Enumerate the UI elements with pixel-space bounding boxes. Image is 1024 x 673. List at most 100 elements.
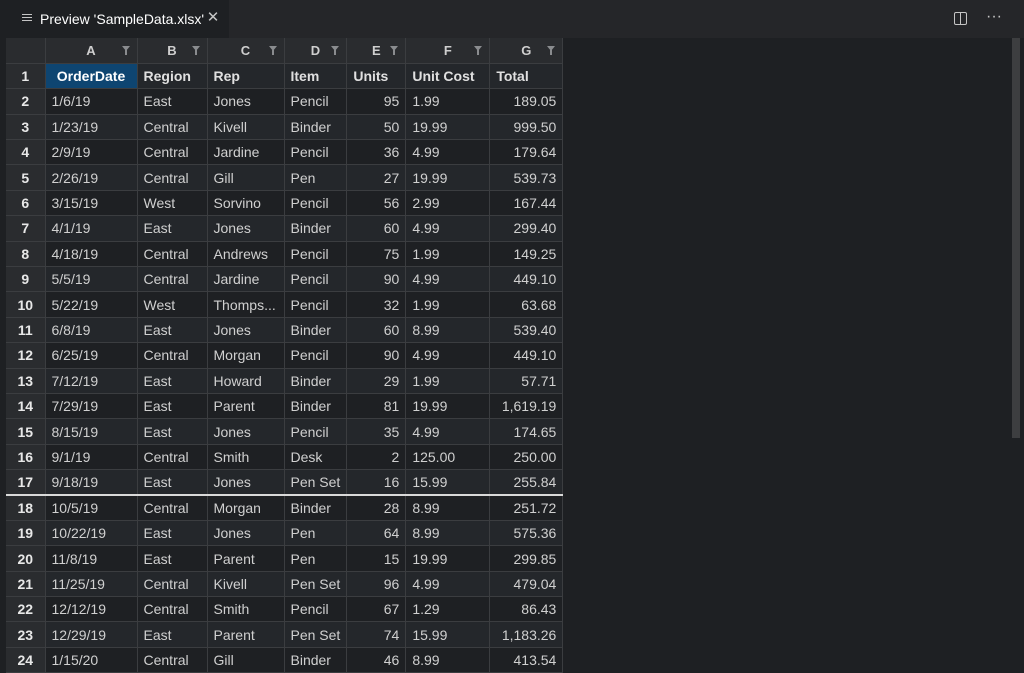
table-cell[interactable]: Jones: [207, 317, 285, 344]
table-cell[interactable]: 15: [346, 545, 407, 572]
header-cell[interactable]: Units: [346, 63, 407, 90]
table-cell[interactable]: Central: [137, 114, 208, 141]
table-cell[interactable]: 64: [346, 520, 407, 547]
table-cell[interactable]: 2: [346, 444, 407, 471]
table-cell[interactable]: Jardine: [207, 139, 285, 166]
table-cell[interactable]: East: [137, 393, 208, 420]
table-cell[interactable]: 11/8/19: [45, 545, 138, 572]
row-number[interactable]: 24: [6, 647, 46, 673]
table-cell[interactable]: East: [137, 545, 208, 572]
table-cell[interactable]: Pen Set: [284, 621, 348, 648]
table-cell[interactable]: 1/23/19: [45, 114, 138, 141]
corner-cell[interactable]: [6, 38, 46, 64]
table-cell[interactable]: 4/1/19: [45, 215, 138, 242]
table-cell[interactable]: 539.40: [489, 317, 564, 344]
table-cell[interactable]: 4.99: [405, 215, 491, 242]
table-cell[interactable]: Pencil: [284, 596, 348, 623]
table-cell[interactable]: Central: [137, 571, 208, 598]
vertical-scrollbar[interactable]: [1012, 38, 1020, 438]
row-number[interactable]: 4: [6, 139, 46, 166]
table-cell[interactable]: 2/9/19: [45, 139, 138, 166]
table-cell[interactable]: 12/29/19: [45, 621, 138, 648]
table-cell[interactable]: 5/22/19: [45, 291, 138, 318]
filter-icon[interactable]: [191, 46, 200, 55]
table-cell[interactable]: 16: [346, 469, 407, 497]
table-cell[interactable]: Parent: [207, 621, 285, 648]
table-cell[interactable]: West: [137, 190, 208, 217]
table-cell[interactable]: East: [137, 368, 208, 394]
table-cell[interactable]: 75: [346, 241, 407, 268]
table-cell[interactable]: Parent: [207, 393, 285, 420]
table-cell[interactable]: Central: [137, 139, 208, 166]
table-cell[interactable]: 8.99: [405, 495, 491, 521]
more-actions-icon[interactable]: ···: [985, 8, 1003, 26]
table-cell[interactable]: East: [137, 469, 208, 497]
table-cell[interactable]: 12/12/19: [45, 596, 138, 623]
table-cell[interactable]: 167.44: [489, 190, 564, 217]
table-cell[interactable]: Binder: [284, 368, 348, 394]
table-cell[interactable]: 479.04: [489, 571, 564, 598]
table-cell[interactable]: 90: [346, 342, 407, 369]
table-cell[interactable]: 86.43: [489, 596, 564, 623]
table-cell[interactable]: 3/15/19: [45, 190, 138, 217]
table-cell[interactable]: Howard: [207, 368, 285, 394]
table-cell[interactable]: Central: [137, 444, 208, 471]
table-cell[interactable]: Pencil: [284, 342, 348, 369]
filter-icon[interactable]: [474, 46, 483, 55]
row-number[interactable]: 6: [6, 190, 46, 217]
table-cell[interactable]: Gill: [207, 164, 285, 191]
table-cell[interactable]: 11/25/19: [45, 571, 138, 598]
table-cell[interactable]: 57.71: [489, 368, 564, 394]
row-number[interactable]: 18: [6, 495, 46, 521]
column-header-f[interactable]: F: [405, 38, 491, 64]
table-cell[interactable]: 8.99: [405, 317, 491, 344]
row-number[interactable]: 14: [6, 393, 46, 420]
table-cell[interactable]: Binder: [284, 114, 348, 141]
row-number[interactable]: 7: [6, 215, 46, 242]
table-cell[interactable]: East: [137, 88, 208, 115]
table-cell[interactable]: West: [137, 291, 208, 318]
table-cell[interactable]: 1.99: [405, 291, 491, 318]
row-number[interactable]: 23: [6, 621, 46, 648]
table-cell[interactable]: Central: [137, 647, 208, 673]
selected-cell[interactable]: OrderDate: [45, 63, 138, 90]
table-cell[interactable]: Central: [137, 495, 208, 521]
table-cell[interactable]: 4/18/19: [45, 241, 138, 268]
table-cell[interactable]: 299.85: [489, 545, 564, 572]
row-number[interactable]: 8: [6, 241, 46, 268]
table-cell[interactable]: Desk: [284, 444, 348, 471]
table-cell[interactable]: Pencil: [284, 139, 348, 166]
table-cell[interactable]: Jardine: [207, 266, 285, 293]
table-cell[interactable]: 29: [346, 368, 407, 394]
table-cell[interactable]: Central: [137, 342, 208, 369]
table-cell[interactable]: Pencil: [284, 291, 348, 318]
table-cell[interactable]: 6/25/19: [45, 342, 138, 369]
table-cell[interactable]: 179.64: [489, 139, 564, 166]
table-cell[interactable]: Thomps...: [207, 291, 285, 318]
row-number[interactable]: 19: [6, 520, 46, 547]
row-number[interactable]: 13: [6, 368, 46, 394]
table-cell[interactable]: 125.00: [405, 444, 491, 471]
row-number[interactable]: 16: [6, 444, 46, 471]
close-icon[interactable]: ✕: [205, 10, 221, 26]
row-number[interactable]: 9: [6, 266, 46, 293]
table-cell[interactable]: 19.99: [405, 545, 491, 572]
row-number[interactable]: 12: [6, 342, 46, 369]
table-cell[interactable]: 4.99: [405, 418, 491, 445]
table-cell[interactable]: 413.54: [489, 647, 564, 673]
table-cell[interactable]: Jones: [207, 469, 285, 497]
table-cell[interactable]: 63.68: [489, 291, 564, 318]
table-cell[interactable]: 1.99: [405, 88, 491, 115]
column-header-d[interactable]: D: [284, 38, 348, 64]
table-cell[interactable]: 60: [346, 317, 407, 344]
table-cell[interactable]: Pencil: [284, 88, 348, 115]
table-cell[interactable]: 46: [346, 647, 407, 673]
table-cell[interactable]: 81: [346, 393, 407, 420]
table-cell[interactable]: Central: [137, 596, 208, 623]
table-cell[interactable]: 999.50: [489, 114, 564, 141]
row-number[interactable]: 17: [6, 469, 46, 497]
filter-icon[interactable]: [268, 46, 277, 55]
filter-icon[interactable]: [390, 46, 399, 55]
table-cell[interactable]: Pen: [284, 520, 348, 547]
table-cell[interactable]: Smith: [207, 596, 285, 623]
